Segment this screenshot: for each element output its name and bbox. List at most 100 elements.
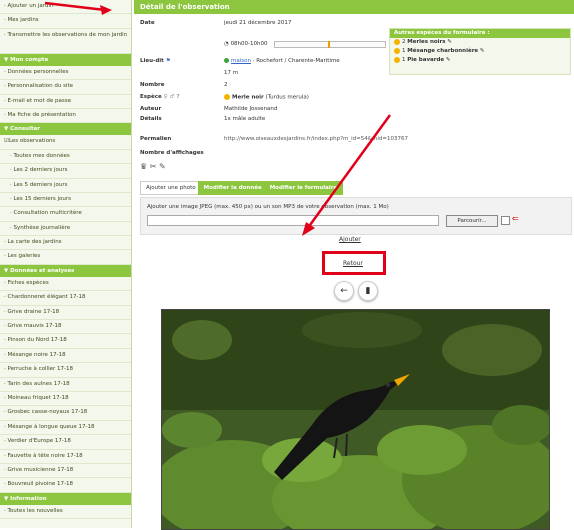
author-value: Mathilde Jossenand — [224, 106, 278, 112]
views-label: Nombre d'affichages — [140, 150, 204, 156]
sidebar-section-info[interactable]: ▼ Information — [0, 492, 131, 505]
back-button[interactable]: Retour — [343, 260, 363, 267]
delete-icon[interactable]: ▮ — [358, 281, 378, 301]
species-latin: (Turdus merula) — [265, 94, 309, 101]
sidebar-item[interactable]: · Mes jardins — [0, 14, 131, 29]
sidebar-item[interactable]: · Grive mauvis 17-18 — [0, 320, 131, 335]
sidebar-item[interactable]: · Chardonneret élégant 17-18 — [0, 291, 131, 306]
sidebar-item-transmit[interactable]: · Transmettre les observations de mon ja… — [0, 29, 131, 54]
other-species-name[interactable]: Pie bavarde — [407, 57, 444, 63]
sidebar-item[interactable]: · Ajouter un jardin — [0, 0, 131, 15]
sidebar-item[interactable]: · Synthèse journalière — [0, 222, 131, 237]
browse-button[interactable]: Parcourir... — [446, 215, 498, 227]
sun-icon — [394, 38, 400, 45]
sun-icon — [224, 94, 230, 100]
sun-icon — [394, 47, 400, 54]
sidebar-section-consult[interactable]: ▼ Consulter — [0, 123, 131, 136]
species-name: Merle noir — [232, 94, 264, 101]
arrow-left-icon: ⇐ — [512, 214, 519, 223]
sidebar-item[interactable]: · Mésange noire 17-18 — [0, 349, 131, 364]
sidebar-item[interactable]: · Pinson du Nord 17-18 — [0, 334, 131, 349]
time-marker — [327, 41, 330, 48]
main-content: Détail de l'observation Date jeudi 21 dé… — [134, 0, 574, 530]
sidebar-item[interactable]: · Tarin des aulnes 17-18 — [0, 378, 131, 392]
sidebar-section-data[interactable]: ▼ Données et analyses — [0, 264, 131, 277]
sidebar-item[interactable]: · Verdier d'Europe 17-18 — [0, 435, 131, 450]
add-button[interactable]: Ajouter — [339, 236, 361, 243]
sidebar-item[interactable]: · E-mail et mot de passe — [0, 95, 131, 109]
sidebar-item[interactable]: · Ma fiche de présentation — [0, 109, 131, 124]
sidebar: · Ajouter un jardin · Mes jardins · Transm… — [0, 0, 132, 528]
page-title: Détail de l'observation — [134, 0, 574, 14]
permalink-value[interactable]: http://www.oiseauxdesjardins.fr/index.ph… — [224, 136, 408, 142]
details-label: Détails — [140, 116, 162, 122]
sun-icon — [394, 56, 400, 63]
sidebar-item[interactable]: · Données personnelles — [0, 66, 131, 81]
sidebar-item[interactable]: · Consultation multicritère — [0, 207, 131, 222]
other-species-name[interactable]: Merles noirs — [407, 39, 445, 45]
tab-1[interactable]: Modifier la donnée — [197, 181, 268, 195]
date-label: Date — [140, 20, 155, 26]
place-value: maison · Rochefort / Charente-Maritime — [224, 58, 340, 64]
sidebar-item[interactable]: · Mésange à longue queue 17-18 — [0, 421, 131, 436]
upload-panel: Ajouter une image JPEG (max. 450 px) ou … — [140, 197, 572, 235]
other-species-count: 2 — [402, 39, 406, 45]
sidebar-item[interactable]: · La carte des jardins — [0, 236, 131, 251]
action-icons[interactable]: ♛ ✂ ✎ — [140, 162, 166, 171]
location-dot-icon — [224, 58, 229, 63]
sidebar-item[interactable]: · Personnalisation du site — [0, 80, 131, 95]
number-label: Nombre — [140, 82, 165, 88]
sidebar-item[interactable]: · Les 15 derniers jours — [0, 193, 131, 208]
tab-2[interactable]: Modifier le formulaire — [263, 181, 344, 195]
place-altitude: 17 m — [224, 70, 239, 76]
place-location: · Rochefort / Charente-Maritime — [252, 58, 340, 64]
other-species-count: 1 — [402, 57, 406, 63]
other-species-title: Autres espèces du formulaire : — [390, 29, 570, 38]
map-icon[interactable]: ⚑ — [166, 58, 171, 64]
place-link[interactable]: maison — [231, 58, 251, 64]
edit-icon[interactable]: ✎ — [447, 39, 452, 45]
time-range-text: 08h00-10h00 — [230, 41, 268, 47]
time-range: ◔ 08h00-10h00 — [224, 41, 268, 47]
sidebar-item[interactable]: · Grosbec casse-noyaux 17-18 — [0, 406, 131, 421]
sidebar-item[interactable]: · Les 5 derniers jours — [0, 179, 131, 193]
sidebar-item[interactable]: · Les 2 derniers jours — [0, 164, 131, 179]
observation-photo — [161, 309, 550, 530]
sidebar-item[interactable]: · Moineau friquet 17-18 — [0, 392, 131, 407]
species-label: Espèce ♀ ♂ ? — [140, 94, 180, 100]
sidebar-item[interactable]: · Toutes les nouvelles — [0, 505, 131, 520]
sidebar-item[interactable]: · Toutes mes données — [0, 150, 131, 165]
blackbird-photo-illustration — [162, 310, 549, 529]
edit-icon[interactable]: ✎ — [446, 57, 451, 63]
sidebar-section-account[interactable]: ▼ Mon compte — [0, 53, 131, 66]
place-label: Lieu-dit ⚑ — [140, 58, 171, 64]
sidebar-item[interactable]: · Grive musicienne 17-18 — [0, 464, 131, 479]
tab-bar: Ajouter une photo Modifier la donnée Modif… — [140, 181, 344, 195]
species-label-text: Espèce — [140, 94, 162, 100]
sidebar-item[interactable]: Les observations — [0, 135, 131, 150]
tab-0[interactable]: Ajouter une photo — [140, 181, 202, 195]
details-value: 1x mâle adulte — [224, 116, 266, 122]
other-species-row: 1 Mésange charbonnière ✎ — [390, 47, 570, 56]
sidebar-item[interactable]: · Perruche à collier 17-18 — [0, 363, 131, 378]
sidebar-item[interactable]: · Bouvreuil pivoine 17-18 — [0, 478, 131, 493]
number-value: 2 — [224, 82, 228, 88]
species-value: Merle noir (Turdus merula) — [224, 94, 309, 101]
permalink-label: Permalien — [140, 136, 172, 142]
file-path-input[interactable] — [147, 215, 439, 226]
sidebar-item[interactable]: · Les galeries — [0, 250, 131, 265]
place-label-text: Lieu-dit — [140, 58, 164, 64]
sidebar-item[interactable]: · Fiches espèces — [0, 277, 131, 292]
other-species-row: 2 Merles noirs ✎ — [390, 38, 570, 47]
other-species-name[interactable]: Mésange charbonnière — [407, 48, 478, 54]
sidebar-item[interactable]: · Fauvette à tête noire 17-18 — [0, 450, 131, 464]
upload-instruction: Ajouter une image JPEG (max. 450 px) ou … — [147, 204, 389, 210]
upload-checkbox[interactable] — [501, 216, 510, 225]
sidebar-item[interactable]: · Grive draine 17-18 — [0, 306, 131, 321]
date-value: jeudi 21 décembre 2017 — [224, 20, 292, 26]
time-slider — [274, 41, 386, 48]
author-label: Auteur — [140, 106, 162, 112]
edit-icon[interactable]: ✎ — [480, 48, 485, 54]
back-arrow-icon[interactable]: ← — [334, 281, 354, 301]
other-species-count: 1 — [402, 48, 406, 54]
